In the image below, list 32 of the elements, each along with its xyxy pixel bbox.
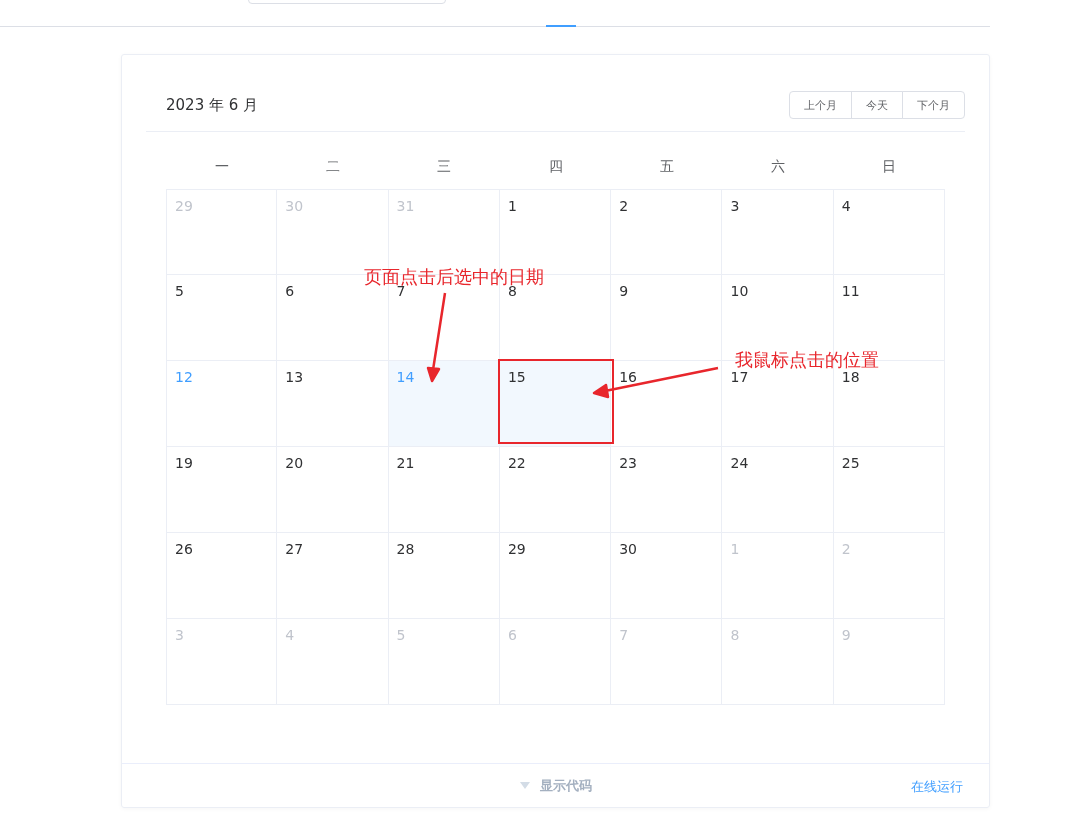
date-cell[interactable]: 29 [499, 533, 612, 619]
calendar-title: 2023 年 6 月 [166, 95, 259, 115]
date-cell[interactable]: 28 [388, 533, 500, 619]
month-nav-button[interactable]: 下个月 [902, 91, 965, 119]
date-cell[interactable]: 2 [611, 189, 723, 275]
date-cell[interactable]: 3 [722, 189, 834, 275]
date-cell[interactable]: 15 [499, 361, 612, 447]
weekday-header: 六 [770, 157, 787, 176]
weekday-header: 五 [658, 157, 675, 176]
weekday-header: 三 [436, 157, 453, 176]
date-cell[interactable]: 22 [499, 447, 612, 533]
date-cell[interactable]: 13 [277, 361, 389, 447]
date-cell[interactable]: 20 [277, 447, 389, 533]
date-cell[interactable]: 30 [611, 533, 723, 619]
caret-icon [519, 782, 530, 789]
date-cell[interactable]: 19 [166, 447, 278, 533]
date-cell[interactable]: 27 [277, 533, 389, 619]
date-cell[interactable]: 4 [833, 189, 946, 275]
active-tab-indicator [546, 25, 576, 27]
date-cell[interactable]: 26 [166, 533, 278, 619]
date-cell[interactable]: 5 [166, 275, 278, 361]
month-nav-button[interactable]: 今天 [851, 91, 903, 119]
weekday-header: 二 [324, 157, 341, 176]
date-cell[interactable]: 23 [611, 447, 723, 533]
weekday-header: 四 [547, 157, 564, 176]
date-cell[interactable]: 25 [833, 447, 946, 533]
date-cell[interactable]: 24 [722, 447, 834, 533]
month-nav-button[interactable]: 上个月 [789, 91, 852, 119]
date-cell[interactable]: 21 [388, 447, 500, 533]
weekday-header: 日 [881, 157, 898, 176]
weekday-header: 一 [213, 157, 230, 176]
date-cell[interactable]: 9 [611, 275, 723, 361]
